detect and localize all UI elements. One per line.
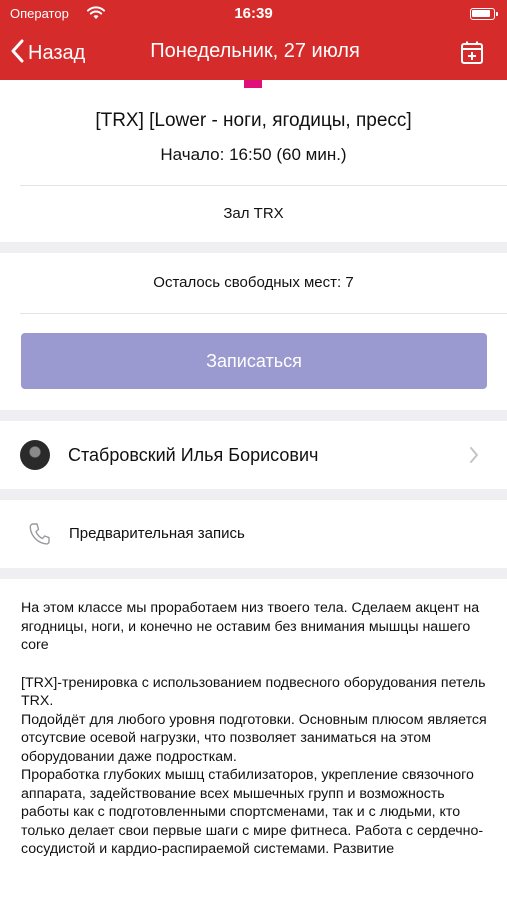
class-color-marker — [244, 80, 262, 88]
description-paragraph: На этом классе мы проработаем низ твоего… — [21, 600, 480, 653]
avatar — [20, 440, 50, 470]
divider — [20, 313, 507, 314]
phone-icon — [28, 522, 50, 551]
divider — [20, 185, 507, 186]
signup-button[interactable]: Записаться — [21, 333, 487, 389]
class-title: [TRX] [Lower - ноги, ягодицы, пресс] — [95, 110, 412, 131]
description-paragraph: Подойдёт для любого уровня подготовки. О… — [21, 711, 487, 765]
battery-icon — [470, 8, 498, 20]
description-paragraph: Проработка глубоких мышц стабилизаторов,… — [21, 767, 484, 857]
class-description: На этом классе мы проработаем низ твоего… — [21, 599, 495, 859]
prebook-label: Предварительная запись — [69, 525, 245, 542]
class-start-time: Начало: 16:50 (60 мин.) — [160, 145, 347, 164]
chevron-right-icon — [469, 446, 479, 469]
trainer-name: Стабровский Илья Борисович — [68, 445, 319, 465]
back-button[interactable]: Назад — [10, 38, 85, 68]
chevron-left-icon — [10, 39, 24, 68]
status-time: 16:39 — [234, 5, 273, 22]
back-label: Назад — [28, 41, 86, 64]
description-paragraph: [TRX]-тренировка с использованием подвес… — [21, 674, 486, 710]
calendar-add-icon[interactable] — [459, 40, 485, 66]
seats-left: Осталось свободных мест: 7 — [153, 274, 354, 291]
page-title: Понедельник, 27 июля — [150, 40, 360, 62]
status-bar: Оператор 16:39 — [0, 0, 507, 28]
header: Оператор 16:39 Назад Понедельник, 27 июл… — [0, 0, 507, 80]
class-room: Зал TRX — [223, 205, 284, 222]
